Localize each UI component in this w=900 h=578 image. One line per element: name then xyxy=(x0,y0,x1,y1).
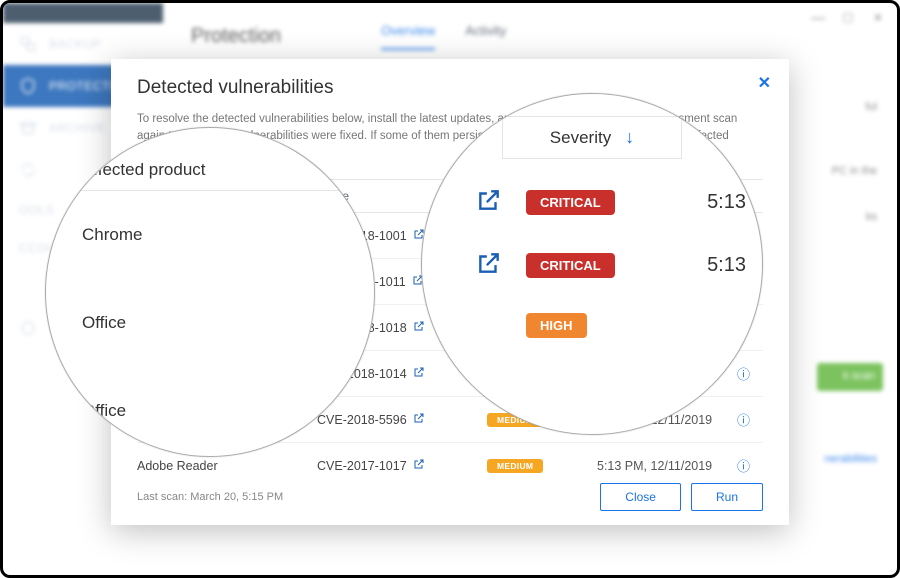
sidebar-label: OOLS xyxy=(19,203,54,217)
lens-time: 5:13 xyxy=(666,191,746,214)
cell-detected: 5:13 PM, 12/11/2019 xyxy=(597,459,737,473)
sort-down-icon: ↓ xyxy=(625,127,634,148)
vulnerabilities-link[interactable]: nerabilities xyxy=(824,453,877,465)
close-window-icon[interactable]: × xyxy=(871,9,885,25)
lens-left-item: Chrome xyxy=(80,191,340,279)
cell-product: Adobe Reader xyxy=(137,459,317,473)
lens-right-row: CRITICAL5:13 xyxy=(442,234,742,297)
lens-right-row: CRITICAL5:13 xyxy=(442,171,742,234)
close-button[interactable]: Close xyxy=(600,483,681,511)
sync-icon xyxy=(19,161,37,179)
app-window: — □ × BACKUP PROTECTION ARCHIVE OOLS xyxy=(0,0,900,578)
close-icon[interactable]: ✕ xyxy=(758,73,771,93)
page-title: Protection xyxy=(191,25,281,48)
lens-time: 5:13 xyxy=(666,254,746,277)
cell-cve: CVE-2018-5596 xyxy=(317,412,487,427)
cell-severity: MEDIUM xyxy=(487,458,597,473)
archive-icon xyxy=(19,119,37,137)
external-link-icon[interactable] xyxy=(413,458,425,473)
sidebar-item-help[interactable]: HELP xyxy=(3,0,163,9)
scan-button-bg[interactable]: k scan xyxy=(817,363,883,391)
shield-icon xyxy=(19,77,37,95)
maximize-icon[interactable]: □ xyxy=(841,9,855,25)
magnifier-right: Severity ↓ CRITICAL5:13CRITICAL5:13HIGH xyxy=(421,93,763,435)
lens-severity: HIGH xyxy=(526,313,666,338)
external-link-icon[interactable] xyxy=(476,187,526,218)
tab-overview[interactable]: Overview xyxy=(381,23,435,50)
side-text-1: ful xyxy=(865,101,877,113)
minimize-icon[interactable]: — xyxy=(811,9,825,25)
last-scan-value: March 20, 5:15 PM xyxy=(190,491,283,503)
external-link-icon[interactable] xyxy=(413,320,425,335)
severity-badge: MEDIUM xyxy=(487,459,543,473)
cell-cve: CVE-2017-1017 xyxy=(317,458,487,473)
external-link-icon[interactable] xyxy=(413,412,425,427)
sidebar-label: BACKUP xyxy=(49,37,101,51)
main-header: Protection Overview Activity xyxy=(163,3,897,50)
external-link-icon[interactable] xyxy=(476,250,526,281)
backup-icon xyxy=(19,35,37,53)
info-icon[interactable]: ⓘ xyxy=(737,364,767,383)
scan-button-label: k scan xyxy=(843,370,875,382)
last-scan-label: Last scan: xyxy=(137,491,187,503)
circle-icon xyxy=(19,319,37,337)
magnifier-left: Affected product Chrome Office Office xyxy=(45,127,375,457)
side-text-3: ks xyxy=(866,211,877,223)
severity-badge: CRITICAL xyxy=(526,190,615,215)
tabs: Overview Activity xyxy=(381,23,506,50)
lens-left-header: Affected product xyxy=(80,154,340,191)
info-icon[interactable]: ⓘ xyxy=(737,410,767,429)
window-controls: — □ × xyxy=(811,9,885,25)
external-link-icon[interactable] xyxy=(413,366,425,381)
lens-severity: CRITICAL xyxy=(526,253,666,278)
tab-activity[interactable]: Activity xyxy=(465,23,506,50)
last-scan: Last scan: March 20, 5:15 PM xyxy=(137,491,283,503)
run-button[interactable]: Run xyxy=(691,483,763,511)
modal-footer: Last scan: March 20, 5:15 PM Close Run xyxy=(137,483,763,511)
lens-right-header-label: Severity xyxy=(550,128,611,148)
info-icon[interactable]: ⓘ xyxy=(737,456,767,475)
severity-badge: CRITICAL xyxy=(526,253,615,278)
severity-badge: HIGH xyxy=(526,313,587,338)
sidebar: BACKUP PROTECTION ARCHIVE OOLS CCOUNT xyxy=(3,3,163,23)
lens-right-row: HIGH xyxy=(442,297,742,354)
lens-severity: CRITICAL xyxy=(526,190,666,215)
side-text-2: PC in the xyxy=(807,165,877,177)
sidebar-label: ARCHIVE xyxy=(49,121,106,135)
lens-right-header: Severity ↓ xyxy=(502,116,682,159)
modal-title: Detected vulnerabilities xyxy=(137,77,763,99)
lens-left-item: Office xyxy=(80,279,340,367)
